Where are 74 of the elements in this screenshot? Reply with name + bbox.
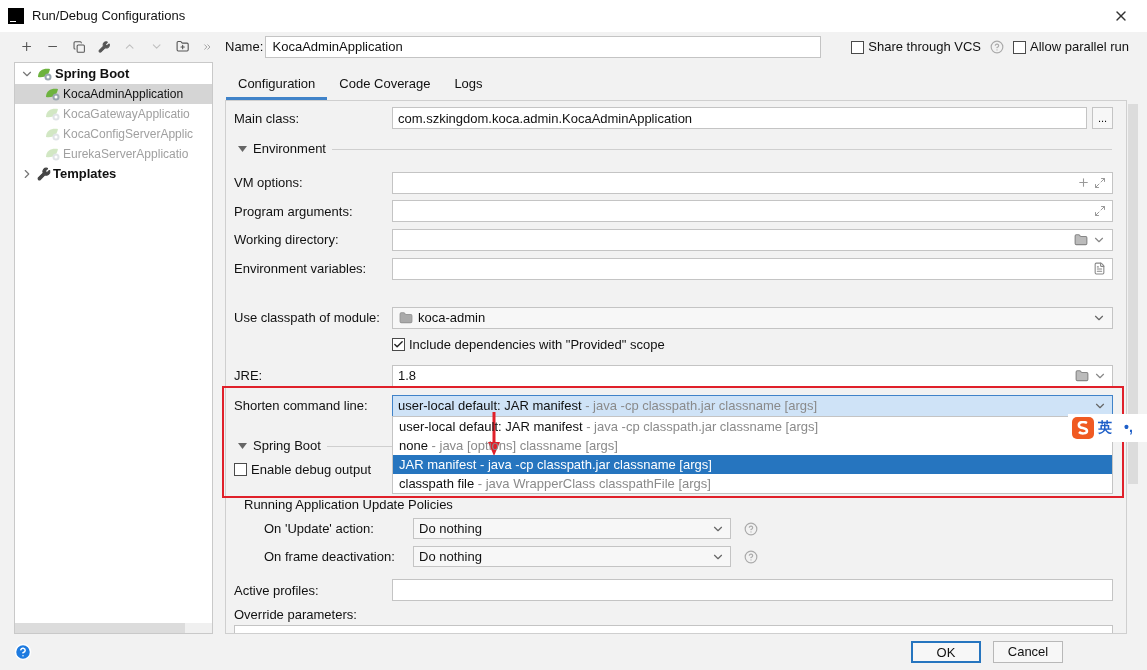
field-label: Shorten command line: bbox=[234, 396, 369, 415]
collapse-triangle-icon[interactable] bbox=[238, 443, 247, 450]
text-field[interactable] bbox=[392, 257, 1113, 280]
spring-leaf-icon bbox=[45, 86, 61, 101]
help-icon[interactable] bbox=[744, 549, 758, 564]
tab[interactable]: Configuration bbox=[226, 70, 328, 100]
spring-leaf-icon bbox=[45, 106, 61, 121]
field-label: Environment variables: bbox=[234, 260, 368, 279]
jre-field[interactable]: 1.8 bbox=[392, 364, 1113, 387]
field-label: Main class: bbox=[234, 109, 301, 128]
checkbox-label[interactable]: Enable debug output bbox=[251, 460, 371, 480]
field-label: Active profiles: bbox=[234, 581, 320, 600]
tree-item[interactable]: Templates bbox=[15, 163, 212, 184]
checkbox[interactable] bbox=[392, 337, 405, 351]
active-profiles-field[interactable] bbox=[392, 579, 1113, 602]
module-icon bbox=[399, 311, 413, 326]
expand-icon[interactable] bbox=[1094, 176, 1106, 189]
group-title: Running Application Update Policies bbox=[244, 496, 453, 515]
field-label: Use classpath of module: bbox=[234, 309, 381, 328]
add-icon[interactable] bbox=[1077, 176, 1090, 190]
new-folder-icon[interactable] bbox=[176, 39, 190, 55]
policy-dropdown[interactable]: Do nothing bbox=[413, 546, 731, 568]
checkbox[interactable] bbox=[851, 40, 865, 54]
module-dropdown[interactable]: koca-admin bbox=[392, 307, 1113, 330]
folder-icon[interactable] bbox=[1074, 233, 1088, 248]
horizontal-scrollbar[interactable] bbox=[15, 623, 212, 633]
shorten-dropdown[interactable]: user-local default: JAR manifest - java -cp classpath.jar classname [args] bbox=[392, 394, 1113, 417]
field-label: On frame deactivation: bbox=[264, 547, 396, 566]
field-label: Working directory: bbox=[234, 231, 340, 250]
checkbox-label[interactable]: Include dependencies with "Provided" scope bbox=[409, 334, 665, 355]
app-logo-icon bbox=[8, 8, 24, 24]
name-label: Name: bbox=[225, 38, 265, 57]
text-field[interactable] bbox=[392, 229, 1113, 252]
section-title: Spring Boot bbox=[253, 437, 321, 456]
tree-item[interactable]: Spring Boot bbox=[15, 63, 212, 84]
main-class-field[interactable]: com.szkingdom.koca.admin.KocaAdminApplication bbox=[392, 107, 1087, 130]
dropdown-option[interactable]: JAR manifest - java -cp classpath.jar classname [args] bbox=[393, 454, 1112, 474]
spring-leaf-icon bbox=[37, 66, 53, 81]
help-icon[interactable] bbox=[744, 521, 758, 536]
name-field[interactable]: KocaAdminApplication bbox=[264, 36, 821, 58]
field-label: VM options: bbox=[234, 173, 304, 192]
spring-leaf-icon bbox=[45, 126, 61, 141]
text-field[interactable] bbox=[392, 171, 1113, 194]
spring-leaf-icon bbox=[45, 146, 61, 161]
checkbox[interactable] bbox=[1013, 40, 1026, 54]
checkbox[interactable] bbox=[234, 463, 247, 477]
window-title: Run/Debug Configurations bbox=[32, 7, 186, 26]
checkbox-label[interactable]: Allow parallel run bbox=[1030, 37, 1129, 57]
input-mode[interactable]: 英 bbox=[1098, 417, 1112, 439]
tree-item[interactable]: KocaAdminApplication bbox=[15, 83, 212, 104]
section-title: Environment bbox=[253, 140, 326, 159]
wrench-icon[interactable] bbox=[98, 39, 111, 54]
field-label: Program arguments: bbox=[234, 202, 354, 221]
copy-icon[interactable] bbox=[72, 39, 85, 54]
browse-button[interactable]: ... bbox=[1092, 107, 1113, 130]
expand-icon[interactable] bbox=[1094, 205, 1106, 218]
punctuation-mode[interactable]: •, bbox=[1124, 417, 1133, 439]
policy-dropdown[interactable]: Do nothing bbox=[413, 518, 731, 540]
help-icon[interactable] bbox=[990, 40, 1004, 54]
collapse-triangle-icon[interactable] bbox=[238, 146, 247, 153]
document-icon[interactable] bbox=[1093, 262, 1106, 276]
dialog-button[interactable]: Cancel bbox=[993, 641, 1063, 663]
wrench-icon bbox=[37, 166, 51, 181]
text-field[interactable] bbox=[392, 200, 1113, 223]
tab[interactable]: Logs bbox=[442, 70, 495, 100]
dropdown-option[interactable]: classpath file - java WrapperClass classpathFile [args] bbox=[393, 473, 1112, 493]
dialog-button[interactable]: OK bbox=[911, 641, 981, 663]
input-method-logo-icon[interactable] bbox=[1072, 416, 1094, 439]
folder-icon[interactable] bbox=[1075, 368, 1089, 383]
checkbox-label[interactable]: Share through VCS bbox=[868, 37, 981, 57]
field-label: JRE: bbox=[234, 366, 264, 385]
field-label: On 'Update' action: bbox=[264, 520, 375, 539]
tab[interactable]: Code Coverage bbox=[327, 70, 443, 100]
field-label: Override parameters: bbox=[234, 606, 357, 624]
